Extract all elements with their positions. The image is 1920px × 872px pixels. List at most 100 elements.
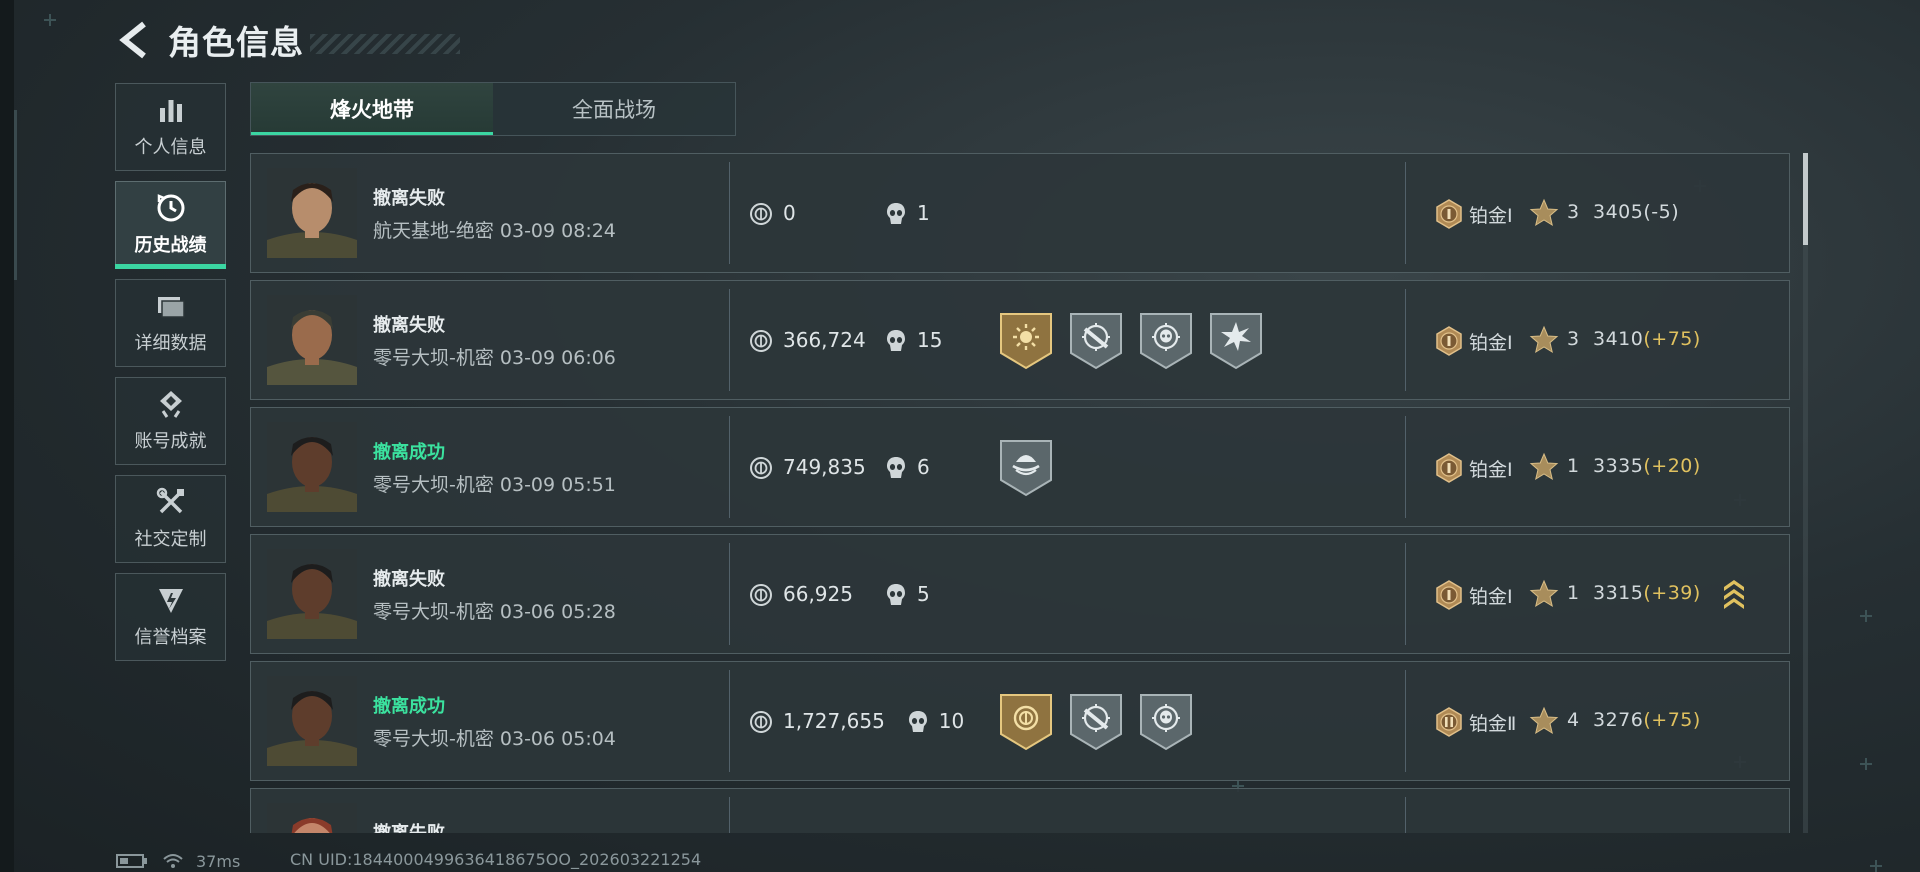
sidebar-item-detailed-data[interactable]: 详细数据 bbox=[115, 279, 226, 367]
silver-target-rifle-badge-icon[interactable] bbox=[1069, 311, 1123, 371]
map-and-time: 航天基地-绝密 03-09 08:24 bbox=[373, 220, 616, 242]
status-footer: 37ms bbox=[116, 850, 240, 872]
title-decoration bbox=[310, 34, 460, 54]
sidebar-item-label: 个人信息 bbox=[134, 137, 207, 158]
rank-name: 铂金Ⅰ bbox=[1469, 205, 1513, 227]
rank-name: 铂金Ⅰ bbox=[1469, 586, 1513, 608]
divider bbox=[1405, 416, 1406, 518]
gold-coin-badge-icon[interactable] bbox=[999, 692, 1053, 752]
star-icon bbox=[1529, 706, 1559, 736]
score-delta: (+75) bbox=[1643, 328, 1701, 350]
match-row[interactable]: 撤离失败 零号大坝-机密 03-09 06:06 366,724 15 铂金Ⅰ 3 3410… bbox=[250, 280, 1790, 400]
rank-score: 3276 bbox=[1593, 709, 1644, 731]
star-count: 1 bbox=[1567, 582, 1580, 604]
coin-icon bbox=[749, 710, 773, 734]
sidebar-item-label: 社交定制 bbox=[134, 529, 207, 550]
coin-icon bbox=[749, 202, 773, 226]
rank-score: 3315 bbox=[1593, 582, 1644, 604]
rank-score: 3335 bbox=[1593, 455, 1644, 477]
rank-emblem-icon bbox=[1435, 199, 1463, 229]
rank-name: 铂金Ⅰ bbox=[1469, 332, 1513, 354]
sidebar-item-match-history[interactable]: 历史战绩 bbox=[115, 181, 226, 269]
sidebar-item-label: 历史战绩 bbox=[134, 235, 207, 256]
score-delta: (+39) bbox=[1643, 582, 1701, 604]
silver-burst-badge-icon[interactable] bbox=[1209, 311, 1263, 371]
skull-icon bbox=[885, 583, 907, 607]
map-and-time: 零号大坝-机密 03-09 05:51 bbox=[373, 474, 616, 496]
bar-chart-icon bbox=[155, 95, 187, 125]
ping-value: 37ms bbox=[196, 851, 241, 871]
rank-emblem-icon bbox=[1435, 326, 1463, 356]
page-header: 角色信息 bbox=[116, 18, 460, 62]
uid-text: CN UID:1844000499636418675OO_20260322125… bbox=[290, 850, 702, 869]
mode-tabs: 烽火地带 全面战场 bbox=[250, 82, 736, 136]
extraction-result: 撤离失败 bbox=[373, 188, 445, 209]
score-line: 3405(-5) bbox=[1593, 201, 1679, 223]
silver-target-rifle-badge-icon[interactable] bbox=[1069, 692, 1123, 752]
match-row[interactable]: 撤离成功 零号大坝-机密 03-09 05:51 749,835 6 铂金Ⅰ 1 3335(… bbox=[250, 407, 1790, 527]
sidebar-item-account-achievements[interactable]: 账号成就 bbox=[115, 377, 226, 465]
rank-name: 铂金Ⅰ bbox=[1469, 459, 1513, 481]
match-row[interactable]: 撤离失败零号大坝-机密 03-06 05:28 66,925 5 铂金Ⅰ 1 3315(+… bbox=[250, 534, 1790, 654]
operator-avatar bbox=[267, 295, 357, 385]
scrollbar-thumb[interactable] bbox=[1803, 153, 1808, 245]
money-value: 66,925 bbox=[783, 582, 853, 606]
sidebar: 个人信息 历史战绩 详细数据 账号成就 社交定制 信誉档案 bbox=[115, 83, 226, 671]
back-button[interactable] bbox=[116, 20, 152, 60]
star-icon bbox=[1529, 579, 1559, 609]
wifi-icon bbox=[163, 854, 183, 868]
skull-icon bbox=[885, 456, 907, 480]
operator-avatar bbox=[267, 803, 357, 833]
money-value: 366,724 bbox=[783, 328, 866, 352]
tab-hazard-zone[interactable]: 烽火地带 bbox=[251, 83, 493, 135]
match-row[interactable]: 撤离成功 零号大坝-机密 03-06 05:04 1,727,655 10 铂金Ⅱ 4 32… bbox=[250, 661, 1790, 781]
rank-emblem-icon bbox=[1435, 707, 1463, 737]
kill-count: 5 bbox=[917, 582, 930, 606]
star-count: 1 bbox=[1567, 455, 1580, 477]
rank-emblem-icon bbox=[1435, 453, 1463, 483]
divider bbox=[1405, 670, 1406, 772]
sidebar-item-personal-info[interactable]: 个人信息 bbox=[115, 83, 226, 171]
rank-name: 铂金Ⅱ bbox=[1469, 713, 1517, 735]
score-line: 3410(+75) bbox=[1593, 328, 1701, 350]
page-title: 角色信息 bbox=[168, 23, 304, 62]
divider bbox=[729, 416, 730, 518]
divider bbox=[1405, 543, 1406, 645]
match-history-list[interactable]: 撤离失败 航天基地-绝密 03-09 08:24 0 1 铂金Ⅰ 3 3405(-5) 撤离失… bbox=[250, 153, 1790, 833]
skull-icon bbox=[885, 202, 907, 226]
tools-icon bbox=[155, 487, 187, 517]
divider bbox=[729, 162, 730, 264]
operator-avatar bbox=[267, 549, 357, 639]
divider bbox=[1405, 289, 1406, 391]
rank-up-chevron-icon bbox=[1721, 577, 1747, 613]
gold-sun-badge-icon[interactable] bbox=[999, 311, 1053, 371]
divider bbox=[729, 670, 730, 772]
tab-full-battlefield[interactable]: 全面战场 bbox=[493, 83, 735, 135]
extraction-result: 撤离失败 bbox=[373, 569, 445, 590]
sidebar-item-label: 账号成就 bbox=[134, 431, 207, 452]
scrollbar[interactable] bbox=[1803, 153, 1808, 833]
silver-target-skull-badge-icon[interactable] bbox=[1139, 692, 1193, 752]
sidebar-item-label: 详细数据 bbox=[134, 333, 207, 354]
map-and-time: 零号大坝-机密 03-06 05:28 bbox=[373, 601, 616, 623]
silver-target-skull-badge-icon[interactable] bbox=[1139, 311, 1193, 371]
coin-icon bbox=[749, 583, 773, 607]
map-and-time: 零号大坝-机密 03-09 06:06 bbox=[373, 347, 616, 369]
score-delta: (-5) bbox=[1643, 201, 1680, 223]
match-row[interactable]: 撤离失败 bbox=[250, 788, 1790, 833]
divider bbox=[729, 543, 730, 645]
coin-icon bbox=[749, 329, 773, 353]
operator-avatar bbox=[267, 168, 357, 258]
sidebar-item-social-custom[interactable]: 社交定制 bbox=[115, 475, 226, 563]
achievement-icon bbox=[155, 389, 187, 419]
star-count: 4 bbox=[1567, 709, 1580, 731]
score-line: 3335(+20) bbox=[1593, 455, 1701, 477]
match-row[interactable]: 撤离失败 航天基地-绝密 03-09 08:24 0 1 铂金Ⅰ 3 3405(-5) bbox=[250, 153, 1790, 273]
silver-evac-badge-icon[interactable] bbox=[999, 438, 1053, 498]
sidebar-item-credit-record[interactable]: 信誉档案 bbox=[115, 573, 226, 661]
skull-icon bbox=[885, 329, 907, 353]
operator-avatar bbox=[267, 676, 357, 766]
star-icon bbox=[1529, 325, 1559, 355]
folder-icon bbox=[155, 291, 187, 321]
map-and-time: 零号大坝-机密 03-06 05:04 bbox=[373, 728, 616, 750]
